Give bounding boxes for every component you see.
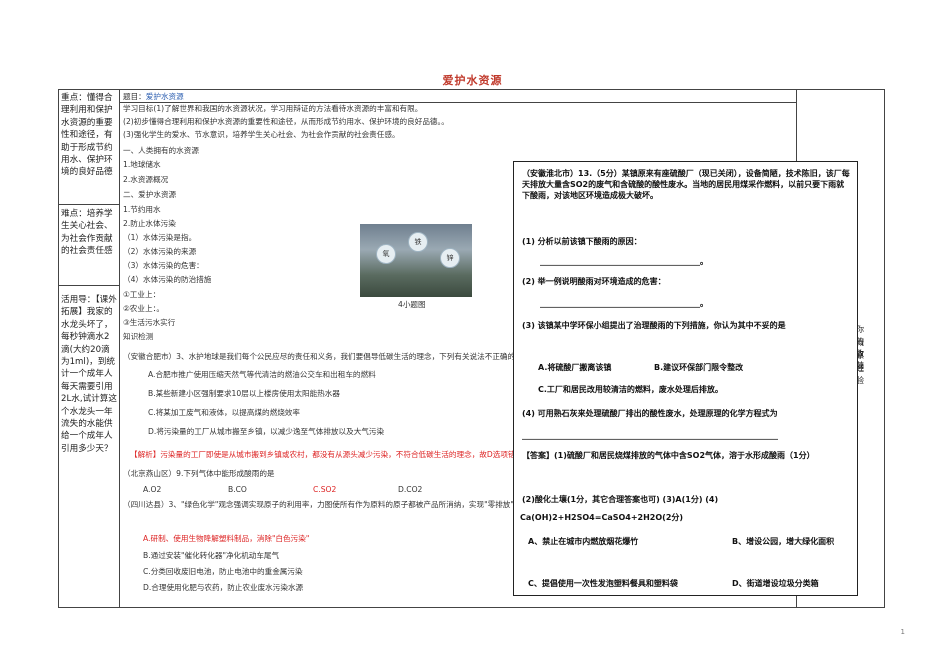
outline-line: 一、人类拥有的水资源 [123,146,199,155]
overlay-q3-option: C.工厂和居民改用较清洁的燃料，废水处理后排放。 [538,385,723,394]
element-bubble-iron: 铁 [408,232,428,252]
overlay-q3-option: B.建议环保部门限令整改 [654,363,744,372]
overlay-q2-blank: ________________________________________… [540,299,708,308]
water-illustration: 氧 铁 锌 [360,224,472,297]
difficulty-cell: 难点：培养学生关心社会、为社会作贡献的社会责任感 [61,209,113,257]
element-bubble-zinc: 锌 [440,248,460,268]
outline-line: （2）水体污染的来源 [123,247,197,256]
goal-line: 学习目标(1)了解世界和我国的水资源状况，学习用辩证的方法看待水资源的丰富和有限… [123,104,423,113]
row-divider-topic [119,102,796,103]
outline-line: 2.水资源概况 [123,175,169,184]
option: A.合肥市推广使用压缩天然气等代清洁的燃油公交车和出租车的燃料 [148,370,376,379]
question-stem: （北京燕山区）9.下列气体中能形成酸雨的是 [123,469,275,478]
outline-line: （3）水体污染的危害： [123,261,204,270]
outline-line: ①工业上： [123,290,161,299]
option: C.分类回收废旧电池，防止电池中的重金属污染 [143,567,303,576]
topic-label: 题目： [123,92,146,101]
outline-line: 1.节约用水 [123,205,161,214]
overlay-q4: (4) 可用熟石灰来处理硫酸厂排出的酸性废水，处理原理的化学方程式为 [522,409,778,418]
option: B.CO [228,485,247,494]
expansion-cell: 活用导：【课外拓展】我家的水龙头坏了，每秒钟滴水2滴(大约20滴为1ml)，到统… [61,295,117,454]
overlay-q1: (1) 分析以前该镇下酸雨的原因： [522,237,642,246]
overlay-option: D、街道增设垃圾分类箱 [732,579,819,588]
overlay-answer-3: Ca(OH)2+H2SO4=CaSO4+2H2O(2分) [520,513,684,522]
question-stem: （安徽合肥市）3、水护地球是我们每个公民应尽的责任和义务，我们要倡导低碳生活的理… [123,352,541,361]
option: A.O2 [143,485,162,494]
row-divider-difficulty [59,285,119,286]
goal-line: (3)强化学生的爱水、节水意识，培养学生关心社会、为社会作贡献的社会责任感。 [123,130,400,139]
focus-cell: 重点：懂得合理利用和保护水资源的重要性和途径，有助于形成节约用水、保护环境的良好… [61,93,113,178]
overlay-q2: (2) 举一例说明酸雨对环境造成的危害： [522,277,666,286]
row-divider-focus [59,204,119,205]
overlay-q3: (3) 该镇某中学环保小组提出了治理酸雨的下列措施，你认为其中不妥的是 [522,321,786,330]
option-answer: A.研制、使用生物降解塑料制品，消除"白色污染" [143,534,310,543]
overlay-answer-1: 【答案】(1)硫酸厂和居民烧煤排放的气体中含SO2气体，溶于水形成酸雨（1分） [522,451,815,460]
option: C.将某加工废气和液体，以提高煤的燃烧效率 [148,408,300,417]
outline-line: （4）水体污染的防治措施 [123,275,212,284]
outline-line: 2.防止水体污染 [123,219,176,228]
goal-line: (2)初步懂得合理利用和保护水资源的重要性和途径，从而形成节约用水、保护环境的良… [123,117,449,126]
overlay-q1-blank: ________________________________________… [540,257,708,266]
overlay-question-panel: （安徽淮北市）13.（5分）某镇原来有座硫酸厂（现已关闭），设备简陋，技术陈旧，… [513,161,858,596]
outline-line: ②农业上：。 [123,304,164,313]
option: D.合理使用化肥与农药，防止农业废水污染水源 [143,583,304,592]
element-bubble-oxygen: 氧 [376,244,396,264]
topic-value: 爱护水资源 [145,92,184,101]
outline-line: 1.地球储水 [123,160,161,169]
overlay-answer-2: (2)酸化土壤(1分，其它合理答案也可) (3)A(1分) (4) [522,495,719,504]
analysis-text: 【解析】污染量的工厂即使是从城市搬到乡镇或农村，都没有从源头减少污染，不符合低碳… [130,450,531,459]
document-title: 爱护水资源 [442,74,503,87]
overlay-option: B、增设公园，增大绿化面积 [732,537,835,546]
option: B.通过安装"催化转化器"净化机动车尾气 [143,551,280,560]
outline-line: 知识检测 [123,332,154,341]
outline-line: ③生活污水实行 [123,318,176,327]
overlay-stem: （安徽淮北市）13.（5分）某镇原来有座硫酸厂（现已关闭），设备简陋，技术陈旧，… [522,169,850,200]
outline-line: 二、爱护水资源 [123,190,177,199]
option: B.某些新建小区强制要求10层以上楼房使用太阳能热水器 [148,389,340,398]
picture-caption: 4小题图 [398,300,426,309]
column-divider-left [119,90,120,607]
option-answer: C.SO2 [313,485,337,494]
option: D.将污染量的工厂从城市搬至乡镇，以减少逸至气体排放以及大气污染 [148,427,385,436]
page-number: 1 [900,628,905,636]
topic-row: 题目：爱护水资源 [123,92,184,102]
overlay-q4-blank: ________________________________________… [522,431,778,440]
outline-line: （1）水体污染是指。 [123,233,197,242]
option: D.CO2 [398,485,423,494]
